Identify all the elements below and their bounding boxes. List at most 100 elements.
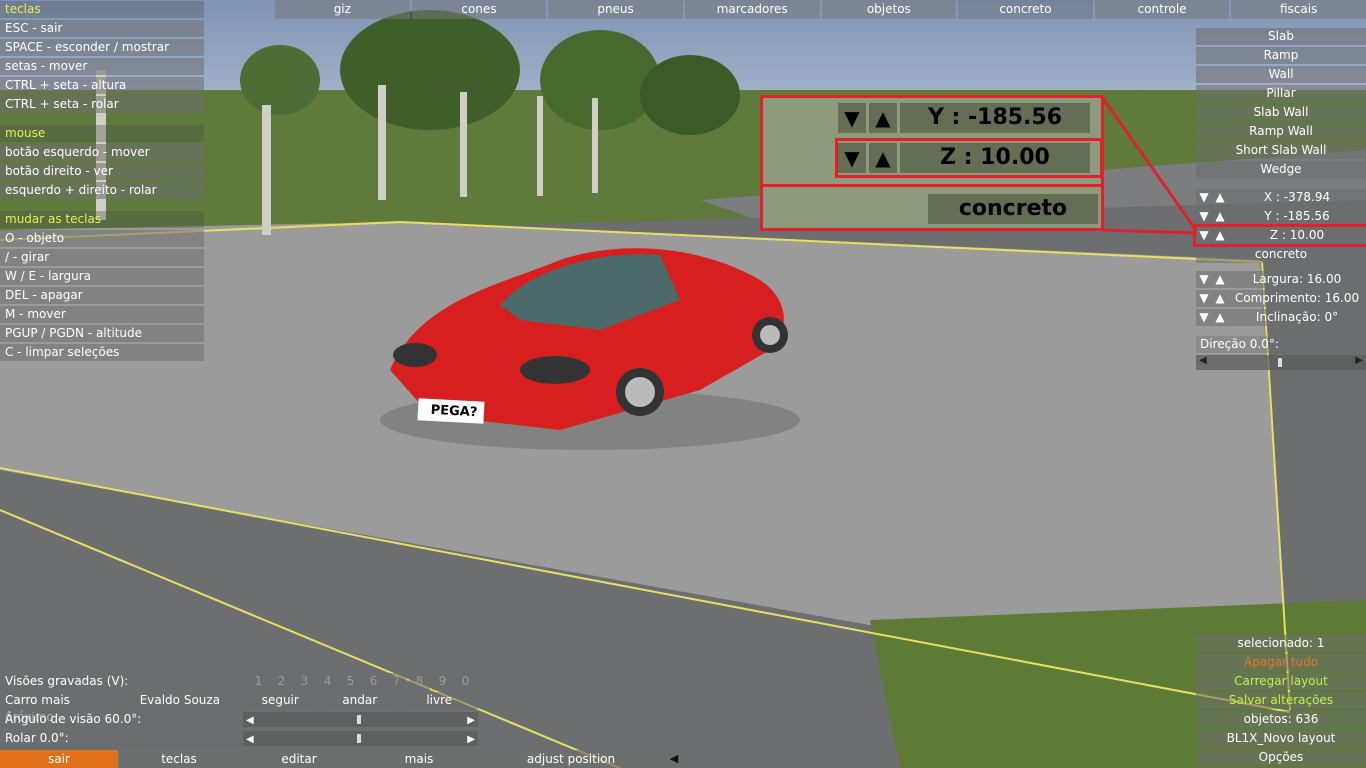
slider-left-arrow-icon[interactable]: ◀: [246, 712, 254, 729]
left-arrow-icon[interactable]: ◀: [664, 750, 684, 768]
slider-left-arrow-icon[interactable]: ◀: [246, 731, 254, 748]
view-angle-slider-knob[interactable]: [357, 715, 361, 724]
selected-count: selecionado: 1: [1196, 635, 1366, 652]
free-button[interactable]: livre: [400, 692, 478, 709]
more-button[interactable]: mais: [360, 750, 478, 768]
mouse-help-item: botão esquerdo - mover: [0, 144, 204, 161]
roll-slider-knob[interactable]: [357, 734, 361, 743]
saved-view-button[interactable]: 8: [409, 673, 430, 690]
saved-view-buttons: 1 2 3 4 5 6 7 8 9 0: [248, 673, 476, 690]
saved-view-button[interactable]: 6: [363, 673, 384, 690]
mouse-help-item: esquerdo + direito - rolar: [0, 182, 204, 199]
inclinacao-row: ▼ ▲ Inclinação: 0°: [1196, 309, 1366, 326]
delete-all-button[interactable]: Apagar tudo: [1196, 654, 1366, 671]
exit-button[interactable]: sair: [0, 750, 118, 768]
callout-up-arrow-icon: ▲: [869, 103, 897, 133]
saved-view-button[interactable]: 1: [248, 673, 269, 690]
comprimento-value: Comprimento: 16.00: [1234, 291, 1360, 305]
keys-header: teclas: [0, 1, 204, 18]
change-help-item: PGUP / PGDN - altitude: [0, 325, 204, 342]
largura-value: Largura: 16.00: [1252, 272, 1342, 286]
z-coordinate-value: Z : 10.00: [1269, 228, 1325, 242]
slider-right-arrow-icon[interactable]: ▶: [467, 731, 475, 748]
saved-view-button[interactable]: 7: [386, 673, 407, 690]
largura-decrease-arrow-icon[interactable]: ▼: [1196, 271, 1212, 288]
load-layout-button[interactable]: Carregar layout: [1196, 673, 1366, 690]
inclinacao-decrease-arrow-icon[interactable]: ▼: [1196, 309, 1212, 326]
object-ramp-wall-button[interactable]: Ramp Wall: [1196, 123, 1366, 140]
saved-view-button[interactable]: 0: [455, 673, 476, 690]
tab-cones[interactable]: cones: [411, 0, 547, 19]
comprimento-decrease-arrow-icon[interactable]: ▼: [1196, 290, 1212, 307]
saved-view-button[interactable]: 4: [317, 673, 338, 690]
layout-name: BL1X_Novo layout: [1196, 730, 1366, 747]
roll-label: Rolar 0.0°:: [0, 730, 240, 747]
slider-left-arrow-icon[interactable]: ◀: [1199, 355, 1207, 366]
object-wall-button[interactable]: Wall: [1196, 66, 1366, 83]
walk-button[interactable]: andar: [321, 692, 399, 709]
callout-z-down-arrow-icon: ▼: [838, 143, 866, 173]
tab-fiscais[interactable]: fiscais: [1231, 0, 1366, 19]
key-help-item: CTRL + seta - altura: [0, 77, 204, 94]
x-coordinate-row: ▼ ▲ X : -378.94: [1196, 189, 1366, 206]
keys-button[interactable]: teclas: [120, 750, 238, 768]
callout-z-up-arrow-icon: ▲: [869, 143, 897, 173]
tab-controle[interactable]: controle: [1094, 0, 1230, 19]
key-help-item: setas - mover: [0, 58, 204, 75]
car-plate: PEGA?: [430, 402, 478, 421]
direcao-slider[interactable]: ◀ ▶: [1196, 355, 1366, 370]
callout-down-arrow-icon: ▼: [838, 103, 866, 133]
tab-concreto[interactable]: concreto: [958, 0, 1093, 19]
largura-row: ▼ ▲ Largura: 16.00: [1196, 271, 1366, 288]
saved-view-button[interactable]: 3: [294, 673, 315, 690]
category-tabs: giz cones pneus marcadores objetos concr…: [275, 0, 1366, 19]
options-button[interactable]: Opções: [1196, 749, 1366, 766]
slider-right-arrow-icon[interactable]: ▶: [1355, 355, 1363, 366]
object-ramp-button[interactable]: Ramp: [1196, 47, 1366, 64]
slider-right-arrow-icon[interactable]: ▶: [467, 712, 475, 729]
key-help-item: SPACE - esconder / mostrar: [0, 39, 204, 56]
material-row[interactable]: concreto: [1196, 246, 1366, 263]
coordinate-panel: ▼ ▲ X : -378.94 ▼ ▲ Y : -185.56 ▼ ▲ Z : …: [1193, 189, 1366, 370]
change-keys-header: mudar as teclas: [0, 211, 204, 228]
mouse-help-item: botão direito - ver: [0, 163, 204, 180]
comprimento-increase-arrow-icon[interactable]: ▲: [1212, 290, 1228, 307]
largura-increase-arrow-icon[interactable]: ▲: [1212, 271, 1228, 288]
tab-pneus[interactable]: pneus: [548, 0, 683, 19]
object-pillar-button[interactable]: Pillar: [1196, 85, 1366, 102]
object-short-slab-wall-button[interactable]: Short Slab Wall: [1196, 142, 1366, 159]
follow-button[interactable]: seguir: [241, 692, 319, 709]
saved-view-button[interactable]: 9: [432, 673, 453, 690]
save-changes-button[interactable]: Salvar alterações: [1196, 692, 1366, 709]
bottom-menu-bar: sair teclas editar mais adjust position …: [0, 750, 686, 768]
roll-slider[interactable]: ◀ ▶: [243, 731, 478, 746]
change-help-item: C - limpar seleções: [0, 344, 204, 361]
view-controls: Visões gravadas (V): 1 2 3 4 5 6 7 8 9 0…: [0, 673, 478, 747]
saved-views-label: Visões gravadas (V):: [0, 673, 245, 690]
y-coordinate-value: Y : -185.56: [1264, 209, 1330, 223]
callout-material-value: concreto: [928, 194, 1098, 224]
key-help-item: CTRL + seta - rolar: [0, 96, 204, 113]
adjust-position-button[interactable]: adjust position: [480, 750, 662, 768]
layout-actions-panel: selecionado: 1 Apagar tudo Carregar layo…: [1196, 635, 1366, 768]
callout-z-value: Z : 10.00: [900, 143, 1090, 173]
inclinacao-value: Inclinação: 0°: [1255, 310, 1339, 324]
saved-view-button[interactable]: 5: [340, 673, 361, 690]
y-coordinate-row: ▼ ▲ Y : -185.56: [1196, 208, 1366, 225]
x-increase-arrow-icon[interactable]: ▲: [1212, 189, 1228, 206]
z-increase-arrow-icon[interactable]: ▲: [1212, 227, 1228, 244]
tab-giz[interactable]: giz: [275, 0, 410, 19]
inclinacao-increase-arrow-icon[interactable]: ▲: [1212, 309, 1228, 326]
tab-objetos[interactable]: objetos: [821, 0, 957, 19]
object-slab-button[interactable]: Slab: [1196, 28, 1366, 45]
tab-marcadores[interactable]: marcadores: [684, 0, 820, 19]
concrete-object-list: Slab Ramp Wall Pillar Slab Wall Ramp Wal…: [1196, 28, 1366, 180]
object-wedge-button[interactable]: Wedge: [1196, 161, 1366, 178]
saved-view-button[interactable]: 2: [271, 673, 292, 690]
direcao-slider-knob[interactable]: [1278, 358, 1282, 367]
y-increase-arrow-icon[interactable]: ▲: [1212, 208, 1228, 225]
view-angle-label: Ângulo de visão 60.0°:: [0, 711, 240, 728]
view-angle-slider[interactable]: ◀ ▶: [243, 712, 478, 727]
edit-button[interactable]: editar: [240, 750, 358, 768]
object-slab-wall-button[interactable]: Slab Wall: [1196, 104, 1366, 121]
